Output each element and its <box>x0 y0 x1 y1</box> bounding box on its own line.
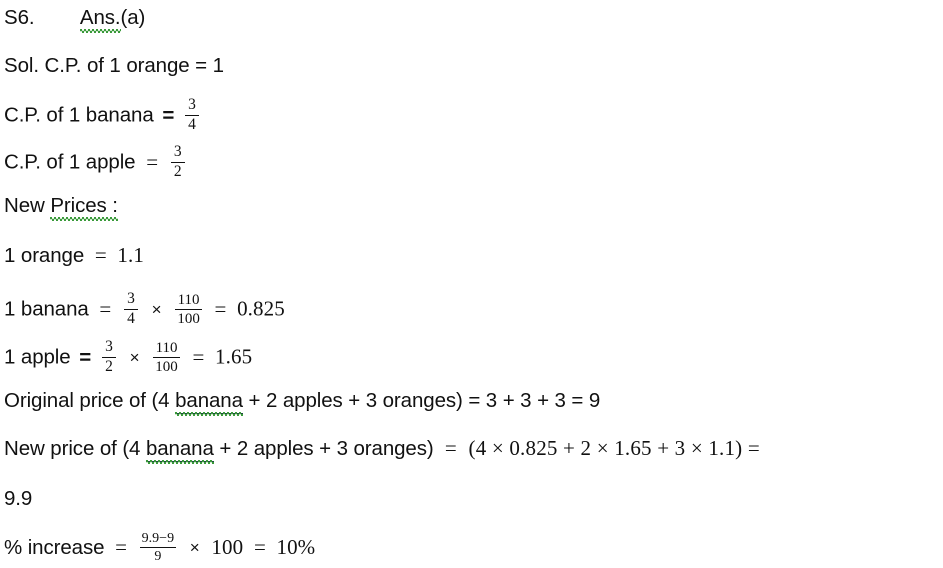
new-orange-value: 1.1 <box>117 243 144 267</box>
line-new-price-apple: 1 apple = 3 2 × 110 100 = 1.65 <box>4 338 253 376</box>
new-banana-text: 1 banana <box>4 297 89 321</box>
fraction-numerator: 9.9−9 <box>141 531 175 546</box>
fraction-numerator: 3 <box>127 290 135 307</box>
new-banana-value: 0.825 <box>237 296 285 321</box>
original-price-suffix: + 2 apples + 3 oranges) = 3 + 3 + 3 = 9 <box>242 389 601 412</box>
new-apple-equals-2: = <box>192 344 205 369</box>
fraction-numerator: 110 <box>177 291 200 308</box>
new-apple-value: 1.65 <box>215 344 253 369</box>
cp-banana-fraction: 3 4 <box>185 96 200 133</box>
line-cp-orange: Sol. C.P. of 1 orange = 1 <box>4 54 224 77</box>
new-apple-equals: = <box>79 345 92 369</box>
percent-increase-equals: = <box>115 535 127 560</box>
cp-banana-equals: = <box>162 103 175 127</box>
new-prices-prefix: New <box>4 194 51 217</box>
multiply-icon: × <box>189 538 200 558</box>
fraction-denominator: 9 <box>154 549 162 565</box>
multiply-icon: × <box>151 299 162 319</box>
answer-prefix: Ans. <box>79 6 121 32</box>
original-price-prefix: Original price of (4 <box>4 389 176 412</box>
fraction-denominator: 2 <box>105 357 113 375</box>
fraction-denominator: 100 <box>177 310 200 327</box>
fraction-denominator: 2 <box>173 162 182 180</box>
new-banana-equals: = <box>99 296 112 321</box>
fraction-bar <box>153 356 180 358</box>
line-new-prices-heading: New Prices : <box>4 194 118 220</box>
new-price-equals: = <box>444 436 458 460</box>
answer-option: (a) <box>120 6 146 29</box>
fraction-denominator: 100 <box>155 358 178 375</box>
fraction-numerator: 110 <box>155 339 178 356</box>
new-banana-fraction-1: 3 4 <box>123 290 138 327</box>
new-apple-fraction-1: 3 2 <box>101 338 116 375</box>
cp-apple-text: C.P. of 1 apple <box>4 150 136 174</box>
line-new-total-value: 9.9 <box>4 487 33 510</box>
new-orange-equals: = <box>94 243 107 267</box>
new-apple-text: 1 apple <box>4 345 71 369</box>
line-original-price: Original price of (4 banana + 2 apples +… <box>4 389 601 415</box>
solution-document: S6. Ans.(a) Sol. C.P. of 1 orange = 1 C.… <box>0 0 943 568</box>
fraction-denominator: 4 <box>188 115 196 133</box>
fraction-numerator: 3 <box>105 338 113 355</box>
line-new-total-price: New price of (4 banana + 2 apples + 3 or… <box>4 436 760 463</box>
line-new-price-orange: 1 orange = 1.1 <box>4 245 144 267</box>
new-total-value: 9.9 <box>4 487 33 510</box>
new-banana-equals-2: = <box>214 296 227 321</box>
cp-banana-text: C.P. of 1 banana <box>4 103 154 127</box>
line-cp-banana: C.P. of 1 banana = 3 4 <box>4 96 201 134</box>
new-price-banana-word: banana <box>145 437 214 463</box>
fraction-denominator: 4 <box>127 309 135 327</box>
new-prices-heading: Prices : <box>50 194 118 220</box>
new-orange-text: 1 orange <box>4 244 85 267</box>
line-percent-increase: % increase = 9.9−9 9 × 100 = 10% <box>4 531 316 565</box>
fraction-bar <box>139 547 177 549</box>
new-banana-fraction-2: 110 100 <box>175 292 202 327</box>
cp-orange-text: Sol. C.P. of 1 orange = 1 <box>4 54 224 77</box>
fraction-numerator: 3 <box>173 143 182 160</box>
multiply-icon: × <box>129 347 140 367</box>
cp-apple-equals: = <box>146 149 159 174</box>
percent-increase-fraction: 9.9−9 9 <box>139 531 177 565</box>
percent-increase-multiplier: 100 <box>211 535 244 560</box>
question-number: S6. <box>4 6 35 29</box>
original-price-banana-word: banana <box>175 389 243 415</box>
new-price-suffix: + 2 apples + 3 oranges) <box>213 437 434 460</box>
cp-apple-fraction: 3 2 <box>170 143 185 180</box>
percent-increase-text: % increase <box>4 536 105 560</box>
fraction-numerator: 3 <box>188 96 196 113</box>
line-question-label: S6. Ans.(a) <box>4 6 146 32</box>
percent-increase-equals-2: = <box>253 535 266 560</box>
line-new-price-banana: 1 banana = 3 4 × 110 100 = 0.825 <box>4 290 285 328</box>
fraction-bar <box>175 308 202 310</box>
line-cp-apple: C.P. of 1 apple = 3 2 <box>4 143 187 181</box>
new-price-expression: (4 × 0.825 + 2 × 1.65 + 3 × 1.1) = <box>468 436 760 460</box>
new-price-prefix: New price of (4 <box>4 437 146 460</box>
percent-increase-result: 10% <box>276 535 316 560</box>
new-apple-fraction-2: 110 100 <box>153 340 180 375</box>
